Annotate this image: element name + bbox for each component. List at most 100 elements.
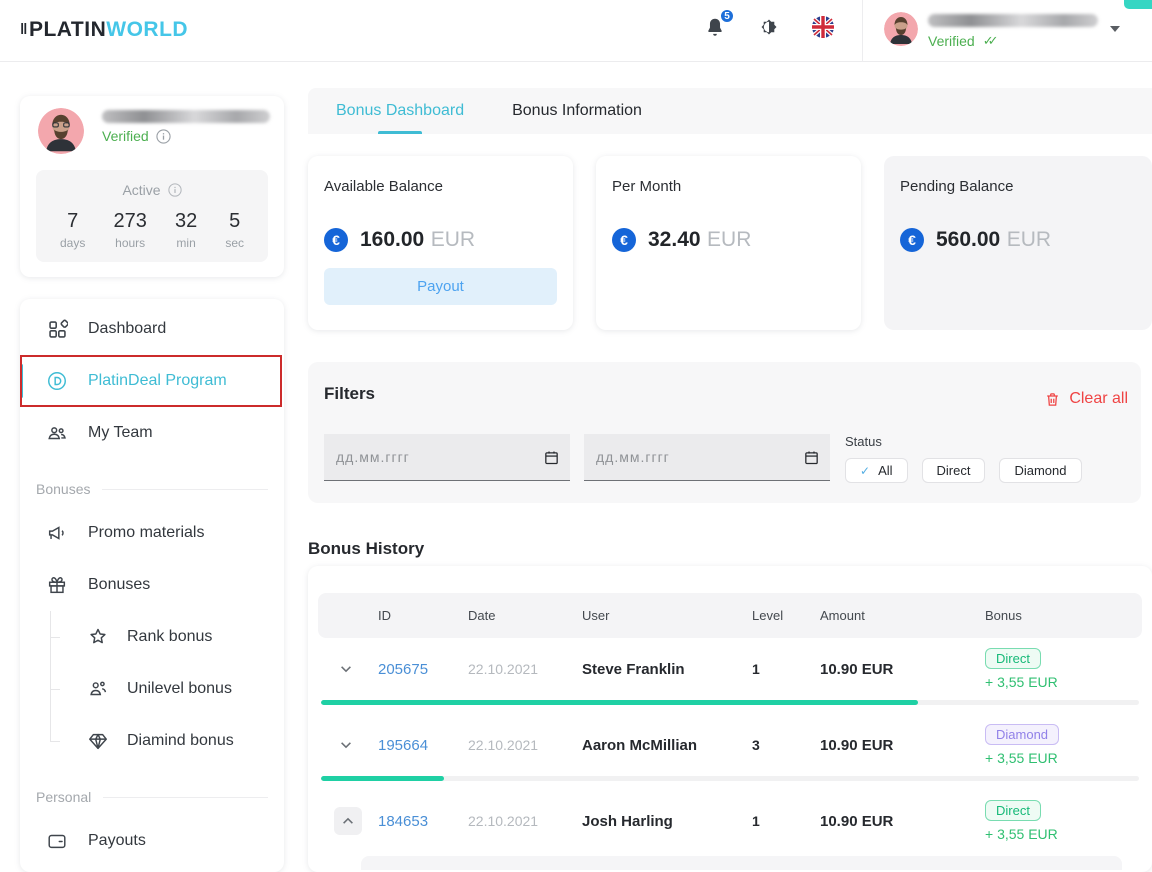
table-row: 195664 22.10.2021 Aaron McMillian 3 10.9… <box>318 714 1142 776</box>
expanded-row-panel <box>361 856 1122 870</box>
profile-caret-icon[interactable] <box>1110 26 1120 32</box>
col-date: Date <box>468 608 582 623</box>
row-id-link[interactable]: 184653 <box>378 813 468 830</box>
sidebar-item-label: My Team <box>88 424 153 442</box>
calendar-icon[interactable] <box>803 449 820 466</box>
row-id-link[interactable]: 195664 <box>378 737 468 754</box>
active-label: Active <box>122 182 160 198</box>
euro-coin-icon: € <box>612 228 636 252</box>
row-level: 1 <box>752 661 820 677</box>
euro-coin-icon: € <box>900 228 924 252</box>
active-timer-box: Active 7 days 273 hours 32 min 5 s <box>36 170 268 262</box>
sidebar-item-label: Diamind bonus <box>127 732 234 750</box>
row-bonus: Diamond + 3,55 EUR <box>985 724 1126 766</box>
sidebar-item-platindeal-program[interactable]: PlatinDeal Program <box>20 355 284 407</box>
row-id-link[interactable]: 205675 <box>378 661 468 678</box>
status-filter-group: Status ✓ All Direct Diamond <box>845 434 1082 483</box>
sidebar-verified-label: Verified <box>102 128 149 144</box>
sidebar-item-diamind-bonus[interactable]: Diamind bonus <box>20 715 284 767</box>
table-header-row: ID Date User Level Amount Bonus <box>318 593 1142 638</box>
header-verified-label: Verified <box>928 33 975 49</box>
col-user: User <box>582 608 752 623</box>
sidebar-item-dashboard[interactable]: Dashboard <box>20 303 284 355</box>
bonus-type-badge: Direct <box>985 800 1041 821</box>
clear-all-button[interactable]: Clear all <box>1044 390 1128 408</box>
bonus-amount: + 3,55 EUR <box>985 750 1058 766</box>
date-to-input[interactable] <box>584 434 830 480</box>
section-divider <box>103 797 268 798</box>
row-progress-fill <box>321 776 444 781</box>
row-bonus: Direct + 3,55 EUR <box>985 800 1126 842</box>
status-label: Status <box>845 434 1082 449</box>
sidebar-item-bonuses[interactable]: Bonuses <box>20 559 284 611</box>
balance-amount: 32.40 <box>648 228 701 251</box>
sidebar-item-label: Bonuses <box>88 576 150 594</box>
notifications-bell-icon[interactable]: 5 <box>702 14 728 40</box>
bonus-type-badge: Direct <box>985 648 1041 669</box>
header-icon-group: 5 <box>702 14 836 40</box>
sidebar-item-promo-materials[interactable]: Promo materials <box>20 507 284 559</box>
language-flag-icon[interactable] <box>810 14 836 40</box>
card-title: Available Balance <box>324 178 557 195</box>
bonus-type-badge: Diamond <box>985 724 1059 745</box>
user-name-block: Verified ✓✓ <box>928 8 1100 49</box>
sidebar-user-name-blurred <box>102 110 270 123</box>
row-date: 22.10.2021 <box>468 661 582 677</box>
page-root: ‖ PLATIN WORLD 5 Verified <box>0 0 1152 872</box>
sidebar-item-label: Unilevel bonus <box>127 680 232 698</box>
verified-info-icon[interactable] <box>156 129 171 144</box>
row-amount: 10.90 EUR <box>820 737 985 754</box>
sidebar-item-label: Dashboard <box>88 320 166 338</box>
col-level: Level <box>752 608 820 623</box>
status-chip-all[interactable]: ✓ All <box>845 458 908 483</box>
user-profile-menu[interactable]: Verified ✓✓ <box>884 8 1134 54</box>
row-user: Steve Franklin <box>582 661 752 678</box>
active-indicator-bar <box>20 364 23 398</box>
sidebar-profile-card: Verified Active 7 days 273 hours 32 min <box>20 96 284 277</box>
expand-chevron-down-icon[interactable] <box>334 738 358 752</box>
megaphone-icon <box>46 522 68 544</box>
tab-bonus-information[interactable]: Bonus Information <box>512 88 642 134</box>
date-to-field <box>584 434 830 481</box>
logo-text-world: WORLD <box>106 18 188 42</box>
active-info-icon[interactable] <box>168 183 182 197</box>
sidebar-item-payouts[interactable]: Payouts <box>20 815 284 867</box>
tab-bonus-dashboard[interactable]: Bonus Dashboard <box>336 88 464 134</box>
active-tab-underline <box>378 131 422 134</box>
section-divider <box>102 489 268 490</box>
timer-min: 32 min <box>175 210 197 250</box>
card-title: Per Month <box>612 178 845 195</box>
row-level: 3 <box>752 737 820 753</box>
sidebar-item-label: Rank bonus <box>127 628 212 646</box>
sidebar-section-personal: Personal <box>20 767 284 815</box>
unilevel-people-icon <box>87 678 109 700</box>
status-chip-direct[interactable]: Direct <box>922 458 986 483</box>
timer-row: 7 days 273 hours 32 min 5 sec <box>46 198 258 250</box>
verified-double-check-icon: ✓✓ <box>983 33 999 49</box>
sidebar-item-my-team[interactable]: My Team <box>20 407 284 459</box>
sidebar-item-label: PlatinDeal Program <box>88 372 227 390</box>
diamond-icon <box>87 730 109 752</box>
col-bonus: Bonus <box>985 608 1126 623</box>
star-icon <box>87 626 109 648</box>
sidebar-item-unilevel-bonus[interactable]: Unilevel bonus <box>20 663 284 715</box>
logo-mark-icon: ‖ <box>20 21 28 38</box>
status-chip-diamond[interactable]: Diamond <box>999 458 1081 483</box>
collapse-chevron-up-icon[interactable] <box>334 807 362 835</box>
bonus-history-title: Bonus History <box>308 539 424 559</box>
payout-button[interactable]: Payout <box>324 268 557 305</box>
expand-chevron-down-icon[interactable] <box>334 662 358 676</box>
row-user: Aaron McMillian <box>582 737 752 754</box>
sidebar-item-rank-bonus[interactable]: Rank bonus <box>20 611 284 663</box>
row-date: 22.10.2021 <box>468 813 582 829</box>
theme-toggle-icon[interactable] <box>756 14 782 40</box>
sidebar-menu: Dashboard PlatinDeal Program My Team Bon… <box>20 299 284 872</box>
timer-days: 7 days <box>60 210 85 250</box>
date-from-input[interactable] <box>324 434 570 480</box>
row-bonus: Direct + 3,55 EUR <box>985 648 1126 690</box>
sidebar-avatar <box>38 108 84 154</box>
calendar-icon[interactable] <box>543 449 560 466</box>
bonus-amount: + 3,55 EUR <box>985 826 1058 842</box>
brand-logo[interactable]: ‖ PLATIN WORLD <box>20 18 188 42</box>
chat-widget-edge[interactable] <box>1124 0 1152 9</box>
